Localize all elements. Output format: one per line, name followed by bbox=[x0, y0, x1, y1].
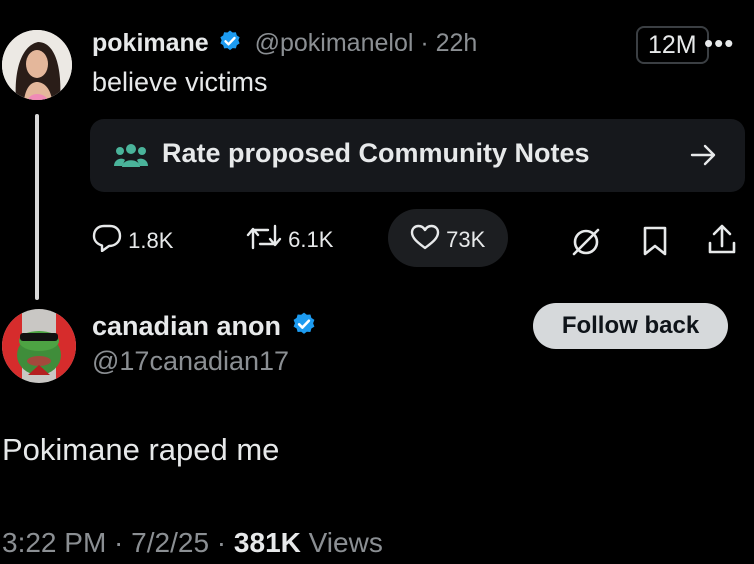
separator-dot: · bbox=[413, 29, 436, 58]
grok-icon[interactable] bbox=[570, 225, 602, 262]
community-notes-label: Rate proposed Community Notes bbox=[162, 138, 590, 168]
reply-author-avatar[interactable] bbox=[2, 309, 76, 383]
views-label: Views bbox=[308, 527, 383, 558]
like-count: 73K bbox=[446, 227, 486, 252]
views-badge: 12M bbox=[636, 26, 709, 64]
reply-text: Pokimane raped me bbox=[2, 432, 280, 467]
reply-author-name[interactable]: canadian anon bbox=[92, 311, 281, 341]
share-icon[interactable] bbox=[707, 224, 737, 261]
bookmark-icon[interactable] bbox=[642, 226, 668, 261]
separator-dot: · bbox=[209, 527, 234, 558]
verified-icon bbox=[291, 311, 317, 344]
reply-author-handle[interactable]: @17canadian17 bbox=[92, 346, 289, 377]
post-time[interactable]: 22h bbox=[436, 29, 478, 57]
like-action-content: 73K bbox=[410, 224, 485, 256]
like-icon bbox=[410, 224, 440, 256]
reply-time[interactable]: 3:22 PM bbox=[2, 527, 106, 558]
reply-header: canadian anon bbox=[92, 311, 317, 344]
reply-count: 1.8K bbox=[128, 228, 174, 253]
arrow-right-icon bbox=[690, 143, 718, 172]
post-header: pokimane @pokimanelol · 22h bbox=[92, 29, 477, 60]
repost-count: 6.1K bbox=[288, 227, 334, 252]
post-text: believe victims bbox=[92, 67, 268, 97]
more-icon[interactable]: ••• bbox=[704, 28, 734, 59]
reply-meta: 3:22 PM · 7/2/25 · 381K Views bbox=[2, 527, 383, 559]
verified-icon bbox=[218, 29, 242, 60]
thread-line bbox=[35, 114, 39, 300]
reply-action[interactable]: 1.8K bbox=[92, 224, 173, 258]
repost-icon bbox=[246, 224, 282, 256]
author-name[interactable]: pokimane bbox=[92, 29, 209, 57]
reply-date[interactable]: 7/2/25 bbox=[131, 527, 209, 558]
community-notes-icon bbox=[114, 142, 148, 173]
follow-back-button[interactable]: Follow back bbox=[533, 303, 728, 349]
views-count: 381K bbox=[233, 527, 301, 558]
separator-dot: · bbox=[106, 527, 132, 558]
reply-icon bbox=[92, 224, 122, 258]
author-handle[interactable]: @pokimanelol bbox=[255, 29, 414, 57]
repost-action[interactable]: 6.1K bbox=[246, 224, 333, 256]
author-avatar[interactable] bbox=[2, 30, 72, 100]
